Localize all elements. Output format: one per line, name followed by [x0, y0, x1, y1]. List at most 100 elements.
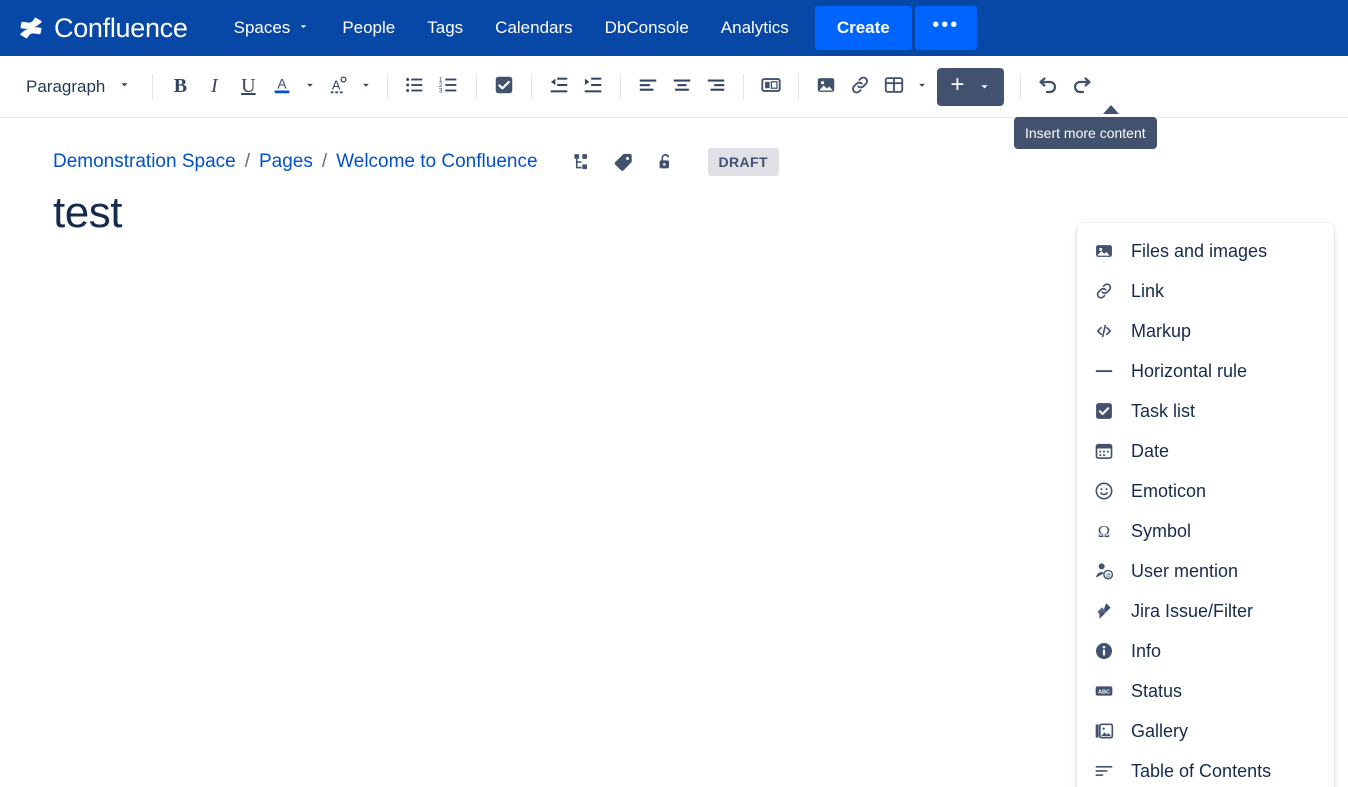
indent-icon — [582, 74, 604, 99]
numbered-list-button[interactable]: 1 2 3 — [432, 70, 466, 104]
menu-item-table-of-contents[interactable]: Table of Contents — [1077, 751, 1334, 787]
confluence-brand[interactable]: Confluence — [18, 13, 188, 44]
nav-item-dbconsole[interactable]: DbConsole — [589, 0, 705, 56]
toolbar-divider — [798, 73, 800, 100]
tooltip-arrow — [1103, 105, 1119, 114]
redo-button[interactable] — [1065, 70, 1099, 104]
highlight-color-chevron-button[interactable] — [355, 70, 377, 104]
menu-item-gallery[interactable]: Gallery — [1077, 711, 1334, 751]
link-icon — [849, 74, 871, 99]
brand-name-label: Confluence — [54, 12, 188, 43]
insert-link-button[interactable] — [843, 70, 877, 104]
more-options-button[interactable]: ••• — [914, 6, 977, 50]
bullet-list-button[interactable] — [398, 70, 432, 104]
jira-icon — [1093, 601, 1115, 621]
nav-item-tags[interactable]: Tags — [411, 0, 479, 56]
menu-item-files-and-images[interactable]: Files and images — [1077, 231, 1334, 271]
insert-table-button[interactable] — [877, 70, 911, 104]
text-color-icon: A — [271, 74, 293, 99]
text-color-button[interactable]: A — [265, 70, 299, 104]
breadcrumb-item-pages[interactable]: Pages — [259, 151, 313, 173]
gallery-icon — [1093, 721, 1115, 741]
table-icon — [883, 74, 905, 99]
breadcrumb-item-space[interactable]: Demonstration Space — [53, 151, 236, 173]
text-color-control: A — [265, 70, 321, 104]
menu-item-date[interactable]: Date — [1077, 431, 1334, 471]
checkbox-checked-icon — [493, 74, 515, 99]
indent-button[interactable] — [576, 70, 610, 104]
insert-more-button[interactable]: + — [937, 67, 1005, 106]
chevron-down-icon — [117, 77, 132, 97]
menu-item-task-list[interactable]: Task list — [1077, 391, 1334, 431]
menu-item-horizontal-rule[interactable]: Horizontal rule — [1077, 351, 1334, 391]
menu-item-label: Symbol — [1131, 520, 1192, 541]
nav-item-spaces[interactable]: Spaces — [218, 0, 327, 56]
breadcrumb-separator: / — [244, 151, 250, 172]
insert-content-menu: Files and images Link Markup Horizontal … — [1077, 223, 1334, 787]
insert-table-chevron-button[interactable] — [911, 70, 933, 104]
menu-item-label: Date — [1131, 440, 1170, 461]
create-button[interactable]: Create — [814, 6, 912, 50]
italic-button[interactable]: I — [197, 70, 231, 104]
unlock-icon[interactable] — [656, 151, 675, 173]
nav-item-calendars[interactable]: Calendars — [479, 0, 589, 56]
align-center-button[interactable] — [665, 70, 699, 104]
chevron-down-icon — [297, 18, 310, 38]
menu-item-link[interactable]: Link — [1077, 271, 1334, 311]
outdent-button[interactable] — [542, 70, 576, 104]
insert-table-control — [877, 70, 933, 104]
nav-item-analytics[interactable]: Analytics — [705, 0, 805, 56]
page-hierarchy-icon[interactable] — [572, 151, 591, 173]
top-navigation-bar: Confluence Spaces People Tags Calendars … — [0, 0, 1348, 56]
breadcrumb-separator: / — [321, 151, 328, 172]
link-icon — [1093, 281, 1115, 301]
menu-item-symbol[interactable]: Ω Symbol — [1077, 511, 1334, 551]
align-right-button[interactable] — [699, 70, 733, 104]
insert-image-button[interactable] — [809, 70, 843, 104]
chevron-down-icon — [303, 78, 317, 95]
menu-item-info[interactable]: Info — [1077, 631, 1334, 671]
italic-icon: I — [211, 75, 218, 97]
nav-item-label: Calendars — [495, 18, 573, 37]
align-right-icon — [705, 74, 727, 99]
toolbar-divider — [743, 73, 745, 100]
menu-item-label: Files and images — [1131, 240, 1268, 261]
insert-group: + — [809, 67, 1005, 106]
nav-item-label: DbConsole — [604, 18, 689, 37]
nav-item-people[interactable]: People — [326, 0, 411, 56]
menu-item-markup[interactable]: Markup — [1077, 311, 1334, 351]
highlight-color-button[interactable]: A — [321, 70, 355, 104]
toolbar-divider — [152, 73, 154, 100]
align-center-icon — [671, 74, 693, 99]
page-layout-icon — [760, 74, 782, 99]
toolbar-divider — [620, 73, 622, 100]
menu-item-label: Horizontal rule — [1131, 360, 1248, 381]
undo-button[interactable] — [1031, 70, 1065, 104]
redo-icon — [1070, 73, 1094, 100]
highlight-icon: A — [327, 74, 349, 99]
paragraph-style-dropdown[interactable]: Paragraph — [14, 69, 142, 105]
horizontal-rule-icon — [1093, 361, 1115, 381]
text-color-chevron-button[interactable] — [299, 70, 321, 104]
menu-item-user-mention[interactable]: @ User mention — [1077, 551, 1334, 591]
menu-item-status[interactable]: ABC Status — [1077, 671, 1334, 711]
tag-icon[interactable] — [613, 152, 634, 173]
align-left-button[interactable] — [631, 70, 665, 104]
menu-item-jira-issue-filter[interactable]: Jira Issue/Filter — [1077, 591, 1334, 631]
toolbar-divider — [476, 73, 478, 100]
main-nav-items: Spaces People Tags Calendars DbConsole A… — [218, 0, 805, 56]
menu-item-emoticon[interactable]: Emoticon — [1077, 471, 1334, 511]
paragraph-style-label: Paragraph — [26, 76, 106, 96]
confluence-logo-icon — [18, 15, 44, 41]
underline-button[interactable]: U — [231, 70, 265, 104]
status-badge: DRAFT — [707, 148, 779, 176]
chevron-down-icon — [359, 78, 373, 95]
svg-text:A: A — [332, 78, 341, 93]
task-list-button[interactable] — [487, 70, 521, 104]
bold-button[interactable]: B — [163, 70, 197, 104]
page-layout-button[interactable] — [754, 70, 788, 104]
menu-item-label: Emoticon — [1131, 480, 1207, 501]
chevron-down-icon — [971, 79, 998, 94]
nav-item-label: Spaces — [233, 18, 291, 37]
breadcrumb-item-page[interactable]: Welcome to Confluence — [336, 151, 537, 173]
